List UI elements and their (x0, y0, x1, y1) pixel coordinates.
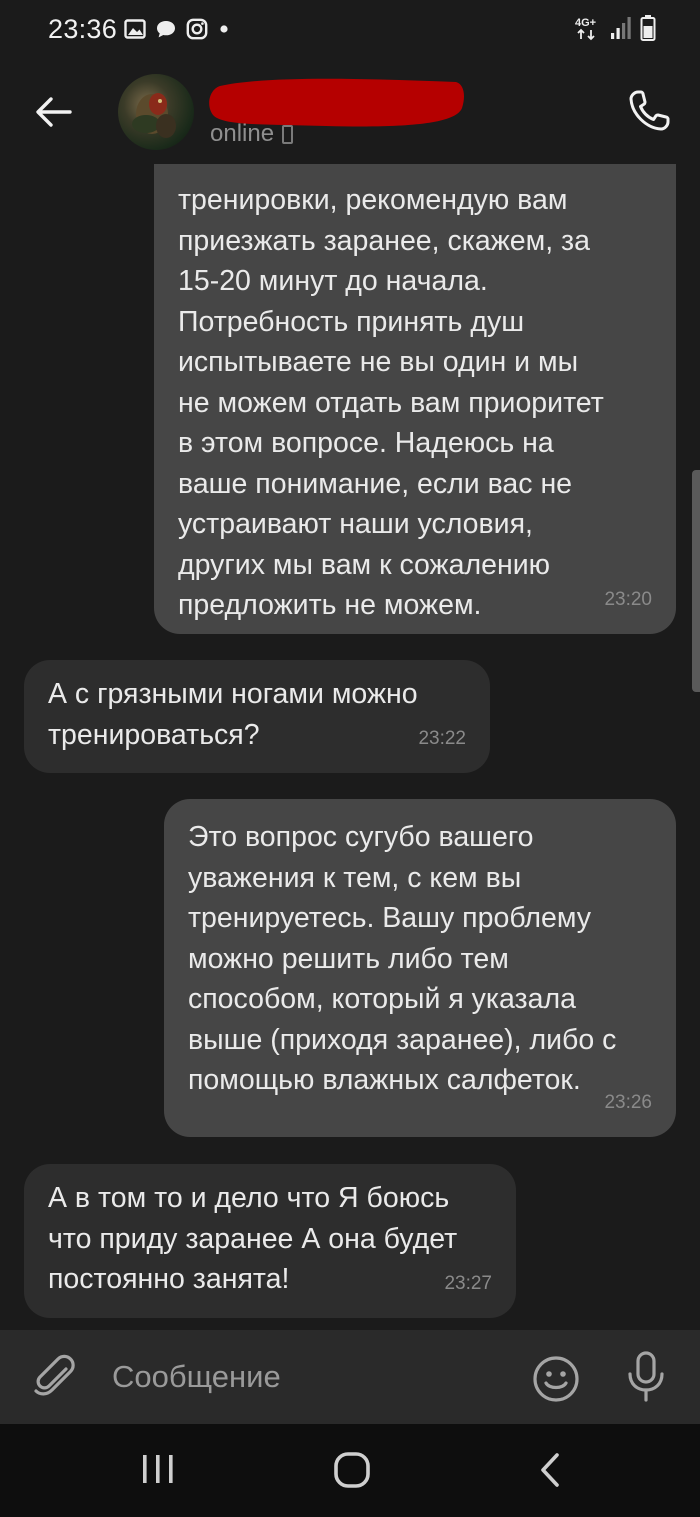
message-time: 23:22 (418, 727, 466, 749)
outgoing-message[interactable]: тренировки, рекомендую вам приезжать зар… (154, 164, 676, 634)
chat-header: online (0, 60, 700, 164)
dot-icon (220, 25, 228, 33)
instagram-icon (186, 18, 208, 40)
message-text: А с грязными ногами можно тренироваться? (48, 678, 418, 751)
avatar[interactable] (118, 74, 194, 150)
paperclip-icon[interactable] (30, 1352, 80, 1402)
nav-back-icon[interactable] (535, 1450, 565, 1490)
svg-text:4G+: 4G+ (575, 17, 596, 29)
mobile-device-icon (282, 124, 294, 144)
chat-bubble-icon (157, 21, 175, 38)
incoming-message[interactable]: А с грязными ногами можно тренироваться?… (24, 660, 490, 773)
microphone-icon[interactable] (622, 1350, 670, 1404)
status-time: 23:36 (48, 14, 118, 44)
message-time: 23:26 (604, 1091, 652, 1113)
message-text: тренировки, рекомендую вам приезжать зар… (178, 184, 604, 621)
chat-screen: 23:36 4G+ online тренировки, рекомендую … (0, 0, 700, 1517)
system-nav-bar (0, 1424, 700, 1517)
online-status-text: online (210, 120, 275, 147)
message-composer (0, 1330, 700, 1424)
contact-status: online (210, 120, 294, 148)
message-time: 23:27 (444, 1272, 492, 1294)
phone-icon[interactable] (624, 86, 674, 136)
network-4g-icon: 4G+ (575, 17, 596, 41)
battery-icon (640, 15, 656, 41)
signal-icon (611, 17, 631, 39)
image-icon (124, 19, 146, 39)
back-arrow-icon[interactable] (30, 88, 78, 136)
scrollbar[interactable] (692, 470, 700, 692)
avatar-image (132, 93, 176, 138)
message-time: 23:20 (604, 588, 652, 610)
message-text: Это вопрос сугубо вашего уважения к тем,… (188, 821, 617, 1096)
message-list[interactable]: тренировки, рекомендую вам приезжать зар… (0, 164, 700, 1330)
recent-apps-icon[interactable] (140, 1452, 176, 1486)
system-status-icons: 4G+ (574, 14, 656, 42)
emoji-icon[interactable] (531, 1354, 581, 1404)
incoming-message[interactable]: А в том то и дело что Я боюсь что приду … (24, 1164, 516, 1318)
home-icon[interactable] (333, 1451, 371, 1489)
outgoing-message[interactable]: Это вопрос сугубо вашего уважения к тем,… (164, 799, 676, 1137)
status-bar: 23:36 4G+ (0, 0, 700, 60)
message-input[interactable] (112, 1354, 512, 1400)
notification-icons (124, 18, 231, 40)
message-text: А в том то и дело что Я боюсь что приду … (48, 1182, 458, 1295)
